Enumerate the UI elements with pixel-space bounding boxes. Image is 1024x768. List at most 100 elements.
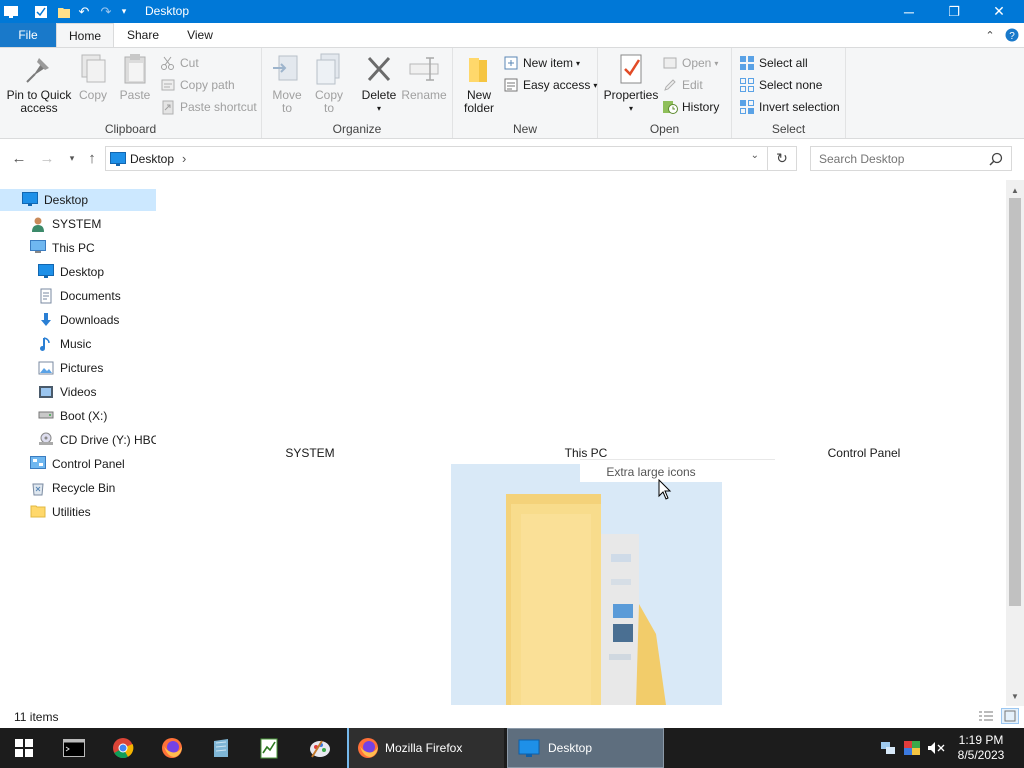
paste-icon (119, 52, 151, 86)
history-label: History (682, 100, 720, 114)
large-icons-view-icon[interactable] (1001, 708, 1019, 724)
invert-selection-button[interactable]: Invert selection (739, 97, 840, 117)
scroll-down-arrow-icon[interactable]: ▼ (1006, 688, 1024, 704)
paste-shortcut-button[interactable]: Paste shortcut (160, 97, 257, 117)
nav-item-label: Videos (60, 385, 97, 399)
scroll-up-arrow-icon[interactable]: ▲ (1006, 182, 1024, 198)
nav-item-downloads[interactable]: Downloads (0, 309, 156, 331)
close-button[interactable]: ✕ (976, 0, 1022, 23)
minimize-button[interactable]: ─ (886, 0, 932, 23)
move-to-button[interactable]: Move to (268, 52, 306, 115)
refresh-icon[interactable]: ↻ (768, 146, 797, 171)
nav-item-system[interactable]: SYSTEM (0, 213, 156, 235)
control-panel-icon (30, 456, 46, 472)
properties-quick-access-icon[interactable] (32, 3, 50, 20)
customize-quick-access-icon[interactable]: ▾ (117, 3, 131, 20)
nav-item-label: Boot (X:) (60, 409, 108, 423)
maximize-button[interactable]: ❐ (931, 0, 977, 23)
address-separator-chevron-icon[interactable]: › (182, 151, 186, 166)
nav-item-desktop[interactable]: Desktop (0, 189, 156, 211)
volume-muted-icon[interactable] (926, 728, 946, 768)
nav-item-utilities[interactable]: Utilities (0, 501, 156, 523)
explorer-window-icon (2, 3, 20, 20)
paste-button[interactable]: Paste (118, 52, 152, 102)
up-arrow-icon[interactable]: ↑ (83, 149, 101, 167)
paste-shortcut-label: Paste shortcut (180, 100, 257, 114)
delete-icon (363, 52, 395, 86)
address-path[interactable]: Desktop (130, 152, 174, 166)
address-dropdown-chevron-icon[interactable]: ⌄ (751, 150, 759, 161)
recent-locations-chevron-icon[interactable]: ▾ (63, 149, 81, 167)
history-button[interactable]: History (662, 97, 719, 117)
network-icon[interactable] (879, 728, 897, 768)
chrome-icon[interactable] (99, 728, 147, 768)
view-mode-tooltip: Extra large icons (580, 462, 722, 482)
copy-path-button[interactable]: Copy path (160, 75, 235, 95)
display-color-icon[interactable] (903, 728, 921, 768)
taskbar-explorer-button[interactable]: Desktop (507, 728, 664, 768)
pin-to-quick-access-button[interactable]: Pin to Quick access (4, 52, 74, 115)
details-view-icon[interactable] (978, 710, 994, 725)
search-box[interactable] (810, 146, 1012, 171)
paint-app-icon[interactable] (296, 728, 344, 768)
new-item-label: New item (523, 56, 574, 70)
nav-item-videos[interactable]: Videos (0, 381, 156, 403)
copy-button[interactable]: Copy (76, 52, 110, 102)
help-icon[interactable]: ? (1004, 27, 1020, 43)
notebook-app-icon[interactable] (197, 728, 245, 768)
tab-file[interactable]: File (0, 23, 56, 47)
open-button[interactable]: Open ▾ (662, 53, 718, 73)
spreadsheet-app-icon[interactable] (245, 728, 293, 768)
select-all-button[interactable]: Select all (739, 53, 808, 73)
rename-button[interactable]: Rename (401, 52, 447, 102)
clock-time: 1:19 PM (958, 733, 1004, 747)
search-icon[interactable] (989, 152, 1003, 169)
vertical-scrollbar[interactable]: ▲ ▼ (1006, 180, 1024, 706)
tooltip-divider (580, 459, 775, 460)
back-arrow-icon[interactable]: ← (10, 149, 28, 167)
select-none-button[interactable]: Select none (739, 75, 822, 95)
command-prompt-icon[interactable] (50, 728, 98, 768)
open-icon (662, 55, 678, 71)
nav-item-control-panel[interactable]: Control Panel (0, 453, 156, 475)
address-bar[interactable]: Desktop › ⌄ (105, 146, 768, 171)
new-folder-button[interactable]: New folder (459, 52, 499, 115)
nav-item-this-pc[interactable]: This PC (0, 237, 156, 259)
firefox-icon[interactable] (148, 728, 196, 768)
cut-button[interactable]: Cut (160, 53, 199, 73)
nav-item-cd-drive-y-hbc[interactable]: CD Drive (Y:) HBC (0, 429, 156, 451)
tab-share[interactable]: Share (114, 23, 172, 47)
nav-item-label: Desktop (60, 265, 105, 279)
taskbar-firefox-button[interactable]: Mozilla Firefox (347, 728, 504, 768)
copy-to-button[interactable]: Copy to (310, 52, 348, 115)
nav-item-recycle-bin[interactable]: Recycle Bin (0, 477, 156, 499)
nav-item-music[interactable]: Music (0, 333, 156, 355)
clock[interactable]: 1:19 PM 8/5/2023 (950, 728, 1012, 768)
desktop-icon (22, 192, 38, 208)
start-windows-icon[interactable] (0, 728, 48, 768)
tab-view[interactable]: View (172, 23, 228, 47)
nav-item-desktop[interactable]: Desktop (0, 261, 156, 283)
pin-label-line2: access (20, 101, 58, 115)
item-system-label[interactable]: SYSTEM (250, 446, 370, 460)
pictures-icon (38, 360, 54, 376)
redo-icon[interactable]: ↷ (96, 3, 116, 20)
new-folder-quick-access-icon[interactable] (55, 3, 73, 20)
undo-icon[interactable]: ↶ (74, 3, 94, 20)
nav-item-documents[interactable]: Documents (0, 285, 156, 307)
forward-arrow-icon[interactable]: → (38, 149, 56, 167)
copy-label: Copy (78, 88, 107, 102)
easy-access-button[interactable]: Easy access ▾ (503, 75, 597, 95)
tab-home[interactable]: Home (56, 23, 114, 48)
edit-button[interactable]: Edit (662, 75, 703, 95)
search-input[interactable] (819, 151, 989, 166)
item-this-pc-label[interactable]: This PC (526, 446, 646, 460)
scrollbar-thumb[interactable] (1009, 198, 1021, 606)
delete-button[interactable]: Delete ▾ (358, 52, 400, 115)
new-item-button[interactable]: New item ▾ (503, 53, 580, 73)
collapse-ribbon-icon[interactable]: ⌃ (982, 27, 998, 43)
properties-button[interactable]: Properties ▾ (604, 52, 658, 115)
item-control-panel-label[interactable]: Control Panel (804, 446, 924, 460)
nav-item-pictures[interactable]: Pictures (0, 357, 156, 379)
nav-item-boot-x[interactable]: Boot (X:) (0, 405, 156, 427)
